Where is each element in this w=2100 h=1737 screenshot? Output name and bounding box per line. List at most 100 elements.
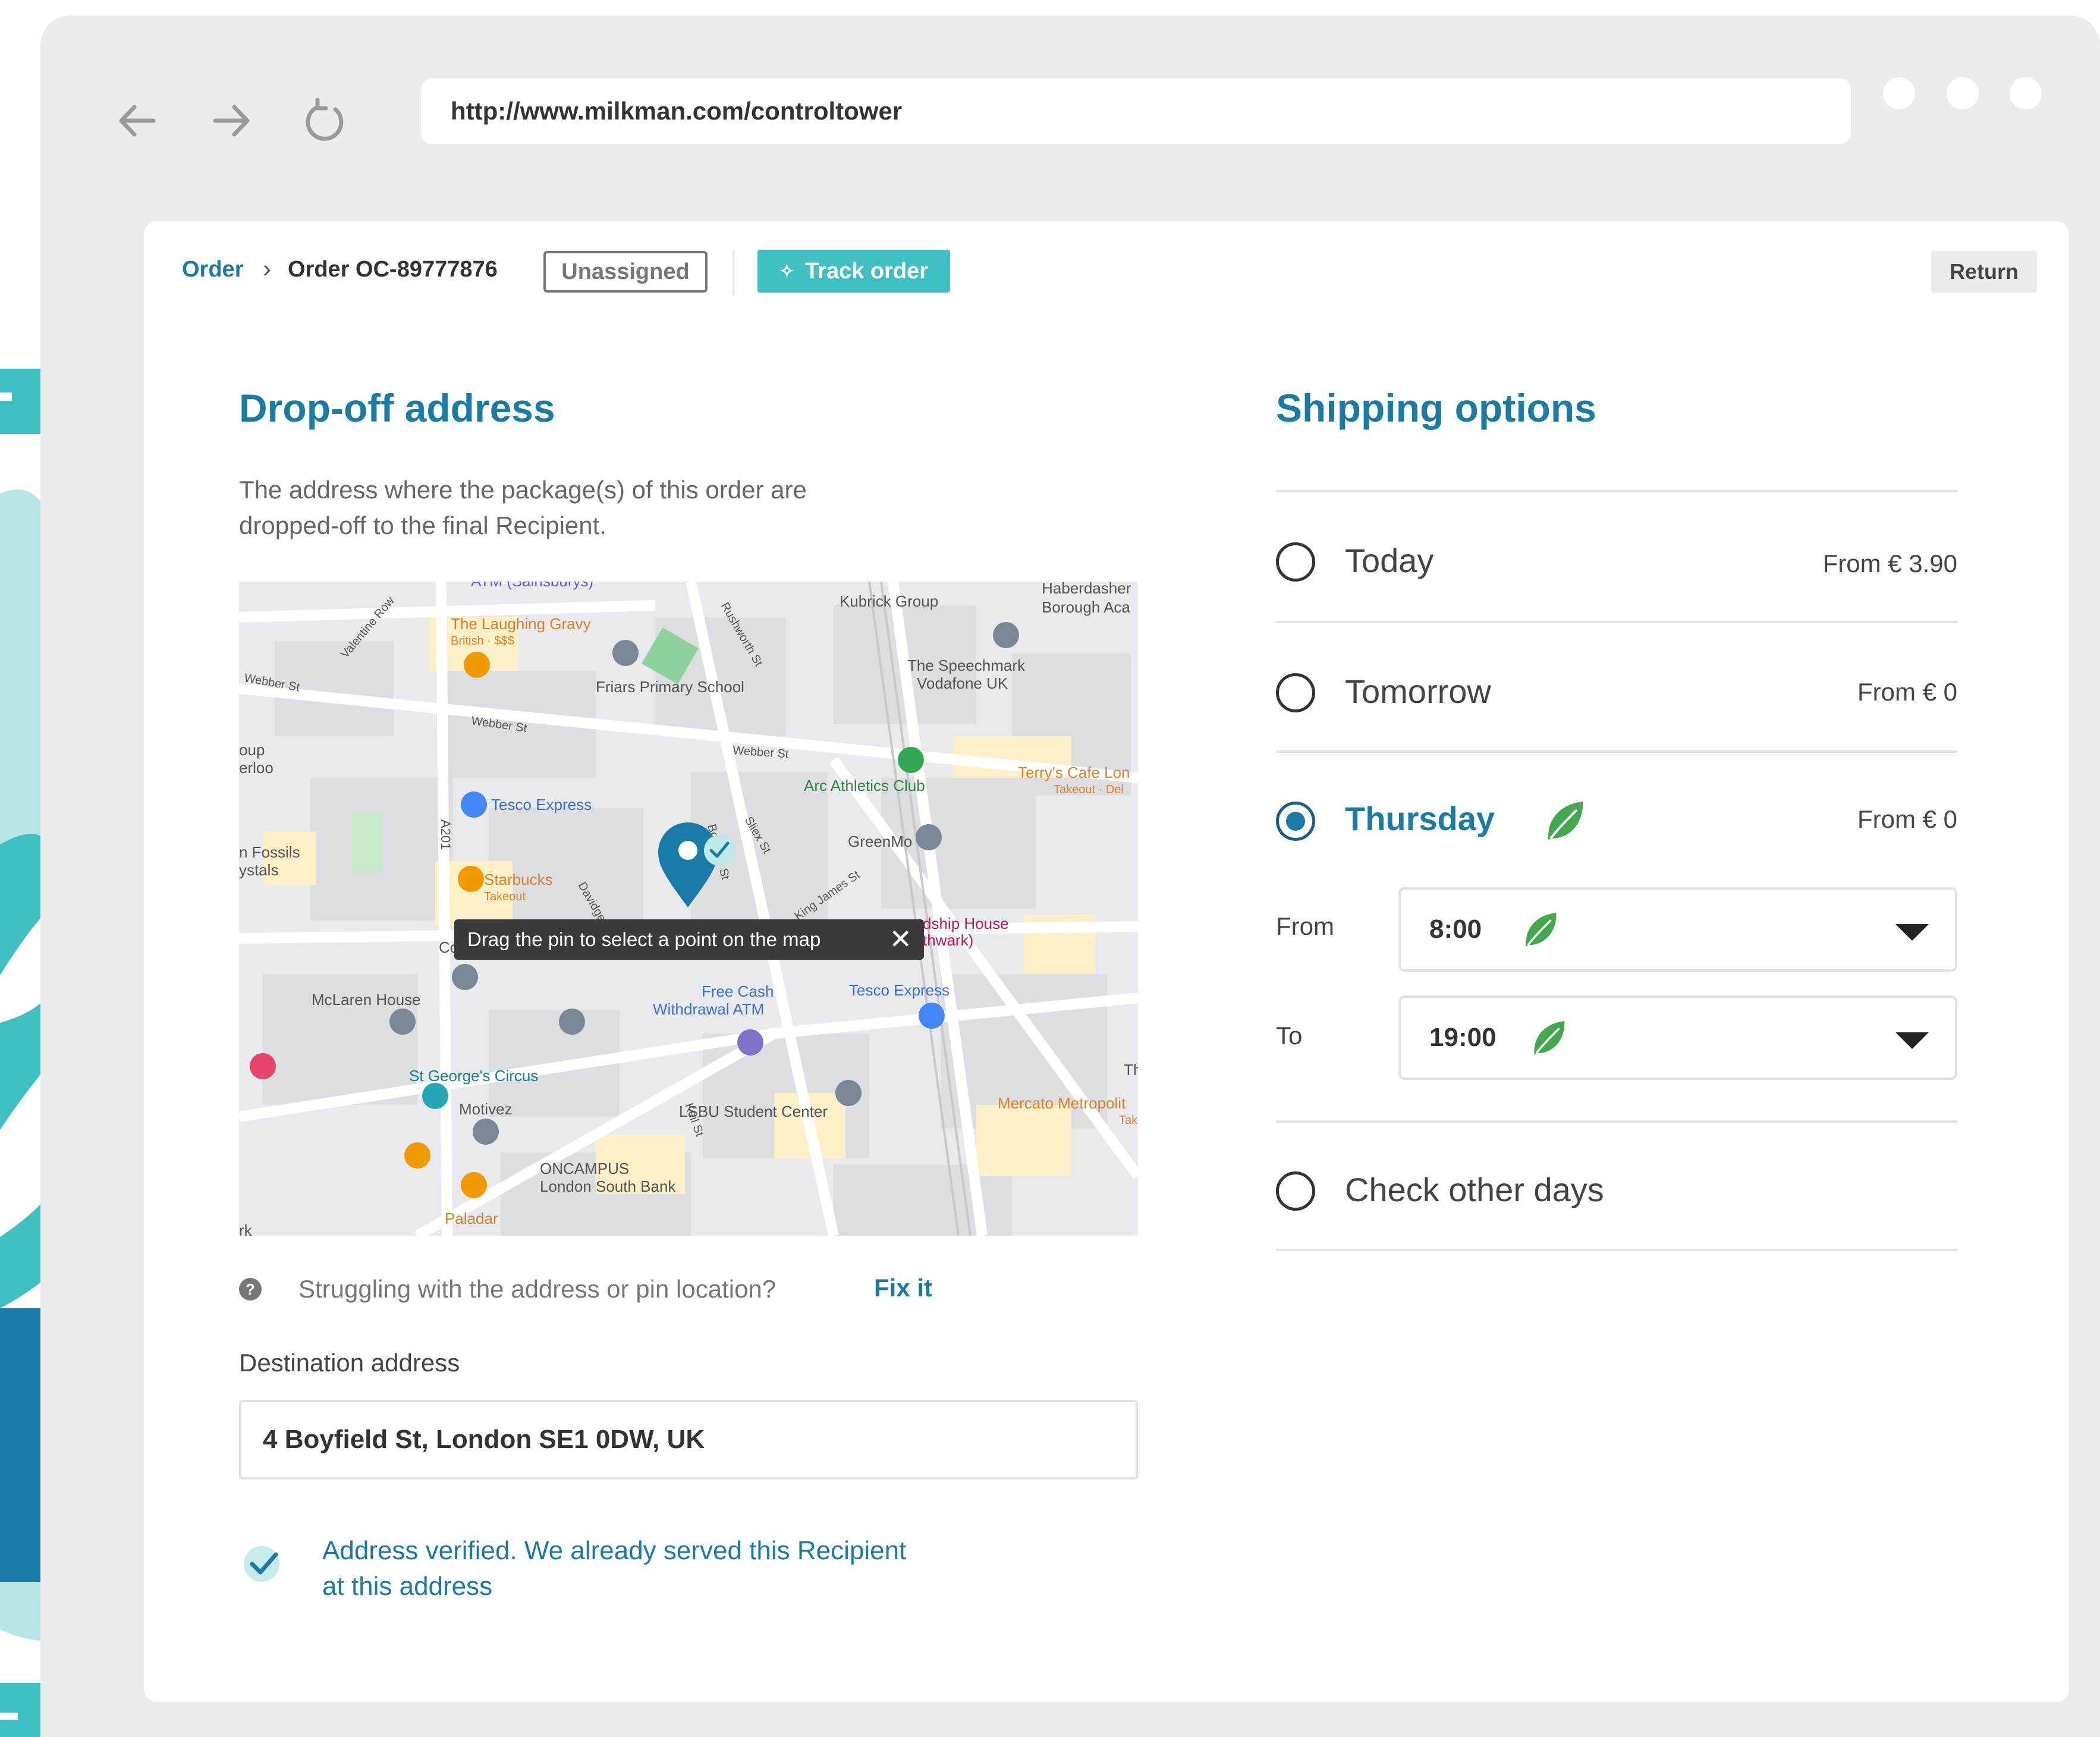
- map-label: GreenMo: [848, 833, 912, 850]
- destination-address-value: 4 Boyfield St, London SE1 0DW, UK: [263, 1425, 705, 1454]
- map-label: St George's Circus: [409, 1067, 538, 1085]
- to-label: To: [1276, 1022, 1303, 1050]
- map-label: Tak: [1119, 1114, 1138, 1127]
- map-label: Takeout · Del: [1054, 783, 1124, 796]
- crosshair-icon: ✧: [779, 261, 795, 281]
- map-label: The Speechmark: [907, 657, 1026, 674]
- divider: [1276, 1249, 1957, 1251]
- breadcrumb-current: Order OC-89777876: [288, 257, 498, 282]
- fix-it-link[interactable]: Fix it: [874, 1274, 932, 1302]
- divider: [1276, 490, 1957, 492]
- map-label: London South Bank: [540, 1177, 676, 1195]
- map-label: thwark): [923, 931, 973, 949]
- map-label: Motivez: [459, 1100, 513, 1118]
- order-panel: Order › Order OC-89777876 Unassigned ✧ T…: [144, 221, 2069, 1702]
- from-label: From: [1276, 912, 1334, 940]
- option-label-thursday: Thursday: [1345, 800, 1495, 837]
- option-price-thursday: From € 0: [1857, 805, 1957, 833]
- window-dot: [2010, 77, 2042, 109]
- dropoff-title: Drop-off address: [239, 386, 555, 430]
- map-label: Mercato Metropolit: [998, 1094, 1126, 1112]
- option-label-tomorrow: Tomorrow: [1345, 673, 1491, 710]
- map-label: Terry's Cafe Lon: [1018, 764, 1130, 781]
- map-tooltip: Drag the pin to select a point on the ma…: [454, 919, 924, 960]
- map-label: The Laughing Gravy: [451, 615, 591, 633]
- map-label: British · $$$: [451, 635, 514, 648]
- option-price-today: From € 3.90: [1822, 549, 1957, 577]
- chevron-down-icon: [1895, 924, 1929, 941]
- divider: [1276, 1120, 1957, 1123]
- map-label: McLaren House: [312, 991, 421, 1009]
- address-bar[interactable]: http://www.milkman.com/controltower: [421, 78, 1851, 144]
- map-label: Withdrawal ATM: [653, 1000, 764, 1018]
- shipping-title: Shipping options: [1276, 386, 1596, 430]
- map[interactable]: ATM (Sainsburys) Haberdasher Borough Aca…: [239, 582, 1138, 1236]
- option-label-today: Today: [1345, 542, 1434, 579]
- map-canvas[interactable]: ATM (Sainsburys) Haberdasher Borough Aca…: [239, 582, 1138, 1236]
- eco-leaf-icon: [1520, 909, 1561, 950]
- breadcrumb-separator: ›: [263, 255, 271, 282]
- map-label: rk: [239, 1221, 253, 1236]
- close-icon[interactable]: ✕: [889, 924, 912, 954]
- option-label-check-other-days: Check other days: [1345, 1171, 1604, 1208]
- reload-icon[interactable]: [298, 94, 352, 147]
- address-verified-text: Address verified. We already served this…: [322, 1536, 907, 1601]
- track-order-label: Track order: [805, 258, 929, 284]
- eco-leaf-icon: [1528, 1017, 1570, 1058]
- radio-thursday[interactable]: [1276, 802, 1315, 841]
- map-label: Borough Aca: [1042, 598, 1130, 616]
- map-label: Friars Primary School: [596, 678, 744, 696]
- status-badge: Unassigned: [543, 251, 708, 293]
- map-label: Vodafone UK: [917, 674, 1008, 692]
- track-order-button[interactable]: ✧ Track order: [757, 250, 950, 293]
- map-label: Arc Athletics Club: [804, 777, 925, 794]
- radio-check-other-days[interactable]: [1276, 1171, 1315, 1211]
- map-label: ystals: [239, 861, 278, 879]
- url-text: http://www.milkman.com/controltower: [451, 97, 903, 125]
- window-dot: [1883, 77, 1915, 109]
- destination-address-field[interactable]: 4 Boyfield St, London SE1 0DW, UK: [239, 1400, 1138, 1480]
- map-label: Kubrick Group: [840, 592, 938, 610]
- map-label: Takeout: [484, 890, 526, 903]
- eco-leaf-icon: [1541, 797, 1589, 844]
- map-label: erloo: [239, 759, 273, 777]
- help-row: ?: [239, 1271, 262, 1307]
- radio-today[interactable]: [1276, 542, 1315, 582]
- question-icon: ?: [239, 1278, 262, 1301]
- back-arrow-icon[interactable]: [111, 94, 164, 147]
- map-label: Starbucks: [484, 871, 553, 888]
- map-label: dship House: [923, 915, 1009, 932]
- map-label: Haberdasher: [1042, 582, 1131, 597]
- dropoff-description: The address where the package(s) of this…: [239, 476, 807, 539]
- divider: [1276, 750, 1957, 753]
- window-dot: [1947, 77, 1979, 109]
- forward-arrow-icon[interactable]: [205, 94, 258, 147]
- divider: [733, 250, 734, 295]
- to-time-value: 19:00: [1429, 1023, 1497, 1052]
- verified-check-icon: [239, 1539, 287, 1587]
- map-tooltip-text: Drag the pin to select a point on the ma…: [467, 928, 821, 950]
- map-label: Tesco Express: [491, 796, 592, 813]
- return-button[interactable]: Return: [1931, 251, 2037, 293]
- map-label: A201: [438, 819, 453, 850]
- option-price-tomorrow: From € 0: [1857, 678, 1957, 706]
- from-time-select[interactable]: 8:00: [1398, 887, 1957, 972]
- map-label: ONCAMPUS: [540, 1160, 629, 1177]
- map-label: Th: [1124, 1061, 1138, 1079]
- map-label: Paladar: [445, 1210, 498, 1227]
- browser-window: http://www.milkman.com/controltower Orde…: [40, 15, 2100, 1737]
- map-label: LSBU Student Center: [679, 1102, 828, 1120]
- destination-label: Destination address: [239, 1349, 460, 1377]
- radio-tomorrow[interactable]: [1276, 673, 1315, 712]
- map-label: ATM (Sainsburys): [471, 582, 593, 590]
- breadcrumb-order-link[interactable]: Order: [182, 257, 243, 282]
- from-time-value: 8:00: [1429, 915, 1482, 944]
- map-label: oup: [239, 741, 265, 759]
- map-label: n Fossils: [239, 843, 300, 861]
- divider: [1276, 621, 1957, 623]
- map-label: Free Cash: [702, 982, 774, 1000]
- chevron-down-icon: [1895, 1032, 1929, 1049]
- help-text: Struggling with the address or pin locat…: [298, 1275, 777, 1303]
- map-label: Tesco Express: [849, 981, 950, 999]
- to-time-select[interactable]: 19:00: [1398, 995, 1957, 1080]
